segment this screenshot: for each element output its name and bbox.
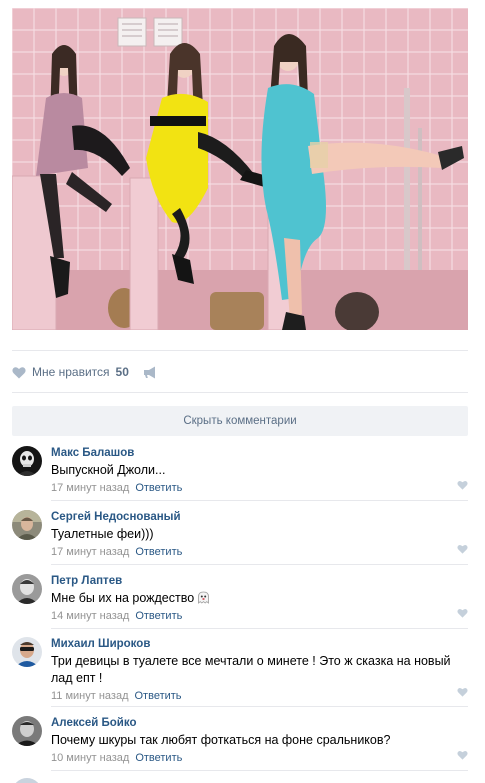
- comment-author[interactable]: Михаил Широков: [51, 637, 468, 651]
- comment-like-icon[interactable]: [457, 480, 468, 490]
- comment-author[interactable]: Сергей Недоснованый: [51, 510, 468, 524]
- comment-text: Туалетные феи))): [51, 527, 154, 541]
- comment-item: Сергей Недоснованый Туалетные феи))) 17 …: [12, 510, 468, 566]
- heart-icon: [12, 366, 26, 378]
- comment-item: Макс Балашов Выпускной Джоли... 17 минут…: [12, 446, 468, 502]
- comment-author[interactable]: Петр Лаптев: [51, 574, 468, 588]
- avatar[interactable]: [12, 637, 42, 667]
- share-icon[interactable]: [143, 366, 157, 379]
- comment-time[interactable]: 14 минут назад: [51, 610, 129, 622]
- comment-divider: [51, 628, 468, 629]
- comment-item: Михаил Широков Три девицы в туалете все …: [12, 637, 468, 707]
- like-button[interactable]: Мне нравится 50: [12, 365, 129, 379]
- comment-divider: [51, 564, 468, 565]
- avatar[interactable]: [12, 446, 42, 476]
- comment-author[interactable]: Макс Балашов: [51, 446, 468, 460]
- comment-like-icon[interactable]: [457, 608, 468, 618]
- comment-like-icon[interactable]: [457, 750, 468, 760]
- comment-time[interactable]: 17 минут назад: [51, 482, 129, 494]
- comment-text: Мне бы их на рождество: [51, 591, 195, 605]
- comment-like-icon[interactable]: [457, 687, 468, 697]
- comment-text-row: Мне бы их на рождество: [51, 590, 468, 607]
- avatar[interactable]: [12, 574, 42, 604]
- like-label: Мне нравится: [32, 365, 110, 379]
- avatar[interactable]: [12, 716, 42, 746]
- comment-divider: [51, 500, 468, 501]
- reply-link[interactable]: Ответить: [135, 752, 182, 764]
- comment-like-icon[interactable]: [457, 544, 468, 554]
- post-actions: Мне нравится 50: [12, 360, 157, 384]
- comment-text: Выпускной Джоли...: [51, 463, 166, 477]
- hide-comments-button[interactable]: Скрыть комментарии: [12, 406, 468, 436]
- reply-link[interactable]: Ответить: [135, 546, 182, 558]
- reply-link[interactable]: Ответить: [135, 610, 182, 622]
- ghost-emoji-icon: [198, 591, 210, 604]
- reply-link[interactable]: Ответить: [135, 690, 182, 702]
- comment-text: Почему шкуры так любят фоткаться на фоне…: [51, 733, 391, 747]
- divider-top: [12, 350, 468, 351]
- comment-item: Петр Лаптев Мне бы их на рождество 14 ми…: [12, 574, 468, 630]
- like-count: 50: [115, 365, 129, 379]
- comment-divider: [51, 706, 468, 707]
- comment-time[interactable]: 17 минут назад: [51, 546, 129, 558]
- avatar[interactable]: [12, 778, 42, 783]
- reply-link[interactable]: Ответить: [135, 482, 182, 494]
- comment-time[interactable]: 10 минут назад: [51, 752, 129, 764]
- comment-author[interactable]: Алексей Бойко: [51, 716, 468, 730]
- comment-time[interactable]: 11 минут назад: [51, 690, 129, 702]
- comment-divider: [51, 770, 468, 771]
- divider-bottom: [12, 392, 468, 393]
- comment-text: Три девицы в туалете все мечтали о минет…: [51, 654, 451, 685]
- comment-item: Алексей Бойко Почему шкуры так любят фот…: [12, 716, 468, 772]
- post-photo[interactable]: [12, 8, 468, 330]
- avatar[interactable]: [12, 510, 42, 540]
